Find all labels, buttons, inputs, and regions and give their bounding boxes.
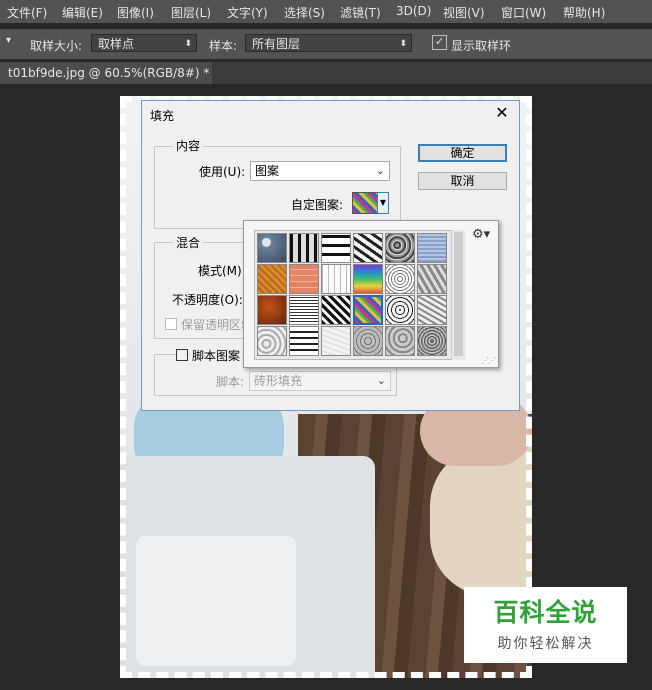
chevron-down-icon: ⌄ <box>376 374 386 387</box>
pattern-swatch-crystal[interactable] <box>417 295 447 325</box>
triangle-down-icon: ▼ <box>379 198 387 207</box>
pattern-swatch-speckle[interactable] <box>385 264 415 294</box>
pattern-picker-popup: ⚙▾ ⋰⋰ <box>243 220 499 368</box>
pattern-swatch-gray-stones[interactable] <box>385 326 415 356</box>
pattern-swatch-granite[interactable] <box>417 326 447 356</box>
pattern-swatch-bubbles[interactable] <box>257 233 287 263</box>
menu-help[interactable]: 帮助(H) <box>563 4 605 21</box>
sample-select[interactable]: 所有图层 ⬍ <box>245 34 412 52</box>
mode-label: 模式(M): <box>198 264 246 278</box>
pattern-swatch-concentric-squares[interactable] <box>289 295 319 325</box>
updown-arrows-icon: ⬍ <box>184 39 192 49</box>
pattern-swatch-rust[interactable] <box>257 295 287 325</box>
menu-view[interactable]: 视图(V) <box>443 4 485 21</box>
pattern-swatch-gravel[interactable] <box>385 233 415 263</box>
menu-layer[interactable]: 图层(L) <box>171 4 211 21</box>
menu-edit[interactable]: 编辑(E) <box>62 4 103 21</box>
pattern-swatch-wood-grid[interactable] <box>289 233 319 263</box>
menu-3d[interactable]: 3D(D) <box>396 4 431 18</box>
pattern-swatch-stones-bw[interactable] <box>321 233 351 263</box>
menu-bar: 文件(F) 编辑(E) 图像(I) 图层(L) 文字(Y) 选择(S) 滤镜(T… <box>0 0 652 23</box>
pattern-swatch-blue-cloth[interactable] <box>417 233 447 263</box>
sample-size-label: 取样大小: <box>30 39 83 53</box>
sample-value: 所有图层 <box>252 37 301 51</box>
gear-icon[interactable]: ⚙▾ <box>472 227 490 242</box>
watermark-subtitle: 助你轻松解决 <box>497 636 594 652</box>
dialog-title: 填充 <box>150 109 175 123</box>
show-ring-label: 显示取样环 <box>451 39 512 53</box>
document-tab-title: t01bf9de.jpg @ 60.5%(RGB/8#) * <box>8 66 210 80</box>
pattern-swatch-rainbow[interactable] <box>353 264 383 294</box>
sample-size-value: 取样点 <box>98 37 135 51</box>
opacity-label: 不透明度(O): <box>172 293 243 307</box>
script-pattern-checkbox[interactable] <box>176 349 188 361</box>
pattern-swatch-gray-pebbles[interactable] <box>353 326 383 356</box>
chevron-down-icon: ⌄ <box>375 164 385 177</box>
pattern-dropdown-button[interactable]: ▼ <box>377 192 389 214</box>
pattern-swatch-light-paper[interactable] <box>321 326 351 356</box>
use-label: 使用(U): <box>199 165 246 179</box>
tool-preset-chevron-icon[interactable]: ▾ <box>6 35 11 46</box>
blending-group-label: 混合 <box>173 234 204 251</box>
pattern-swatch-checker[interactable] <box>321 295 351 325</box>
contents-group-label: 内容 <box>173 137 204 154</box>
pattern-grid <box>254 230 454 360</box>
scrollbar-thumb[interactable] <box>454 232 463 356</box>
options-bar: ▾ 取样大小: 取样点 ⬍ 样本: 所有图层 ⬍ ✓ 显示取样环 <box>0 29 652 59</box>
menu-file[interactable]: 文件(F) <box>7 4 47 21</box>
document-tab-bar: t01bf9de.jpg @ 60.5%(RGB/8#) * <box>0 62 652 84</box>
contents-group <box>154 146 401 229</box>
script-select[interactable]: 砖形填充 ⌄ <box>249 371 391 391</box>
script-pattern-label: 脚本图案 <box>190 347 243 364</box>
script-label: 脚本: <box>216 375 245 389</box>
watermark-title: 百科全说 <box>493 598 598 627</box>
menu-filter[interactable]: 滤镜(T) <box>340 4 381 21</box>
custom-pattern-label: 自定图案: <box>291 198 344 212</box>
updown-arrows-icon: ⬍ <box>399 39 407 49</box>
use-select[interactable]: 图案 ⌄ <box>250 161 390 181</box>
pattern-swatch-marble[interactable] <box>257 326 287 356</box>
resize-grip-icon[interactable]: ⋰⋰ <box>481 356 496 365</box>
pattern-swatch-peach-tile[interactable] <box>289 264 319 294</box>
pattern-swatch-rock-gray[interactable] <box>417 264 447 294</box>
sample-size-select[interactable]: 取样点 ⬍ <box>91 34 197 52</box>
use-value: 图案 <box>255 164 280 178</box>
sample-label: 样本: <box>209 39 238 53</box>
menu-window[interactable]: 窗口(W) <box>501 4 546 21</box>
preserve-transparency-checkbox[interactable] <box>165 318 177 330</box>
pattern-swatch-white-grid[interactable] <box>321 264 351 294</box>
script-value: 砖形填充 <box>254 374 303 388</box>
pattern-swatch-orange-weave[interactable] <box>257 264 287 294</box>
pattern-scrollbar[interactable] <box>451 230 465 360</box>
ok-button[interactable]: 确定 <box>418 144 507 162</box>
menu-select[interactable]: 选择(S) <box>284 4 325 21</box>
pattern-swatch-wave-bw[interactable] <box>289 326 319 356</box>
pattern-swatch-zebra[interactable] <box>353 233 383 263</box>
pattern-swatch-black-dots[interactable] <box>385 295 415 325</box>
cancel-button[interactable]: 取消 <box>418 172 507 190</box>
pattern-swatch-color-noise[interactable] <box>353 295 383 325</box>
close-icon[interactable]: ✕ <box>493 103 511 122</box>
custom-pattern-swatch[interactable] <box>352 192 378 214</box>
document-tab[interactable]: t01bf9de.jpg @ 60.5%(RGB/8#) * <box>0 62 212 84</box>
menu-image[interactable]: 图像(I) <box>117 4 154 21</box>
watermark-logo: 百科全说 助你轻松解决 <box>464 587 627 663</box>
menu-type[interactable]: 文字(Y) <box>227 4 268 21</box>
show-ring-checkbox[interactable]: ✓ <box>432 35 447 50</box>
